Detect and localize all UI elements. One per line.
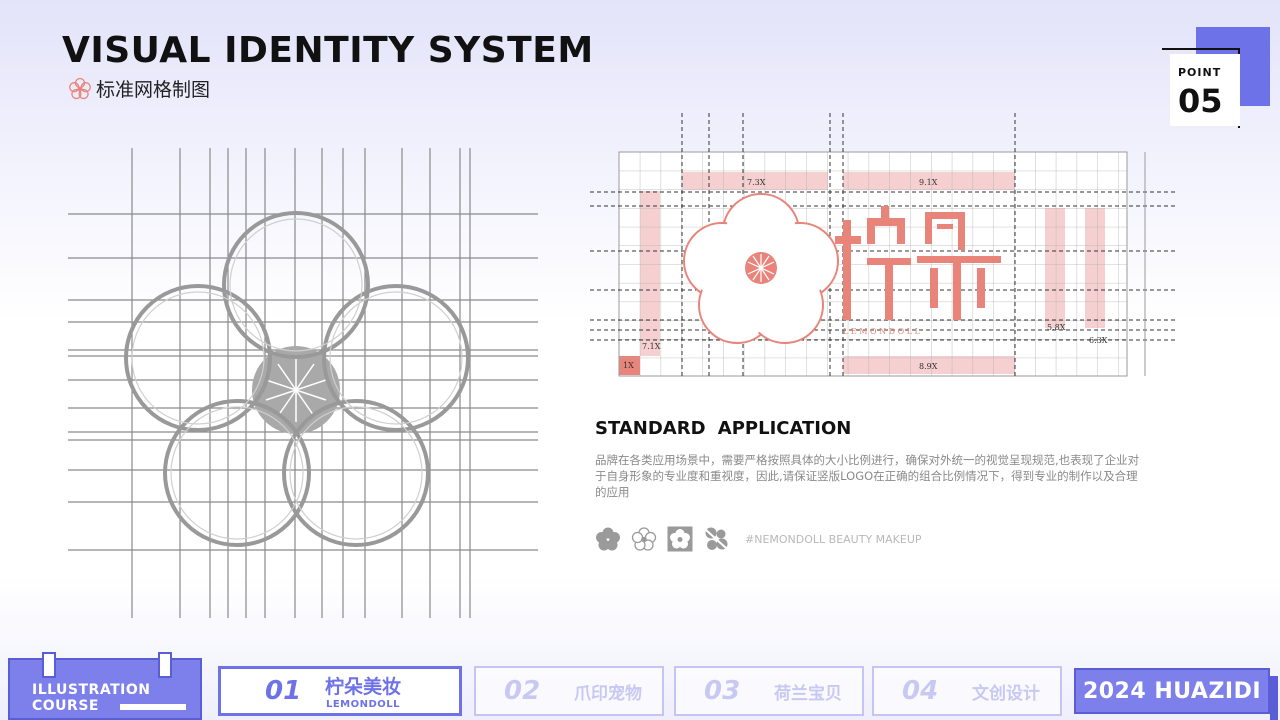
flower-dotted-icon <box>705 527 728 550</box>
nav-label: 荷兰宝贝 <box>774 683 842 704</box>
nav-label: 柠朵美妆 <box>325 676 402 698</box>
nav-item-04[interactable]: 04 文创设计 <box>872 666 1062 716</box>
hashtag: #NEMONDOLL BEAUTY MAKEUP <box>745 532 922 546</box>
flower-outline-icon <box>631 527 657 551</box>
footer-nav: ILLUSTRATION COURSE 01 柠朵美妆 LEMONDOLL 02… <box>0 650 1280 720</box>
nav-label: 文创设计 <box>972 683 1040 704</box>
course-badge: ILLUSTRATION COURSE <box>8 652 202 720</box>
nav-sublabel: LEMONDOLL <box>325 699 401 710</box>
ratio-label: 8.9X <box>919 362 938 371</box>
nav-item-01[interactable]: 01 柠朵美妆 LEMONDOLL <box>218 666 462 716</box>
ratio-label: 7.1X <box>642 342 661 351</box>
point-label: POINT <box>1178 66 1222 79</box>
page-title: VISUAL IDENTITY SYSTEM <box>62 30 594 71</box>
standard-title: STANDARD APPLICATION <box>595 418 852 439</box>
logo-variants-row: #NEMONDOLL BEAUTY MAKEUP <box>595 526 922 552</box>
svg-text:L E M O N D O L L: L E M O N D O L L <box>843 327 921 336</box>
course-line1: ILLUSTRATION <box>32 682 151 698</box>
logo-grid-diagram: L E M O N D O L L 7.3X 9.1X 7.1X 1X 8.9X… <box>590 113 1175 377</box>
ratio-label: 5.8X <box>1047 323 1066 332</box>
brand-year-badge: 2024 HUAZIDI <box>1074 668 1278 720</box>
subtitle: 标准网格制图 <box>68 75 210 102</box>
nav-label: 爪印宠物 <box>574 683 642 704</box>
course-bar <box>120 704 186 710</box>
flower-construction-grid <box>68 148 538 618</box>
nav-number: 01 <box>265 676 302 706</box>
brand-year-text: 2024 HUAZIDI <box>1082 678 1262 704</box>
subtitle-text: 标准网格制图 <box>96 79 211 101</box>
flower-logo-icon <box>69 77 91 99</box>
nav-number: 03 <box>704 676 741 706</box>
nav-item-03[interactable]: 03 荷兰宝贝 <box>674 666 864 716</box>
flower-solid-icon <box>596 527 620 551</box>
nav-item-02[interactable]: 02 爪印宠物 <box>474 666 664 716</box>
nav-number: 04 <box>902 676 939 706</box>
standard-description: 品牌在各类应用场景中，需要严格按照具体的大小比例进行，确保对外统一的视觉呈现规范… <box>595 453 1140 499</box>
ratio-label: 9.1X <box>919 178 938 187</box>
ratio-label: 6.3X <box>1089 336 1108 345</box>
flower-box-icon <box>667 526 693 552</box>
ratio-label: 7.3X <box>747 178 766 187</box>
nav-number: 02 <box>504 676 541 706</box>
ratio-label: 1X <box>623 361 634 370</box>
course-line2: COURSE <box>32 698 99 714</box>
